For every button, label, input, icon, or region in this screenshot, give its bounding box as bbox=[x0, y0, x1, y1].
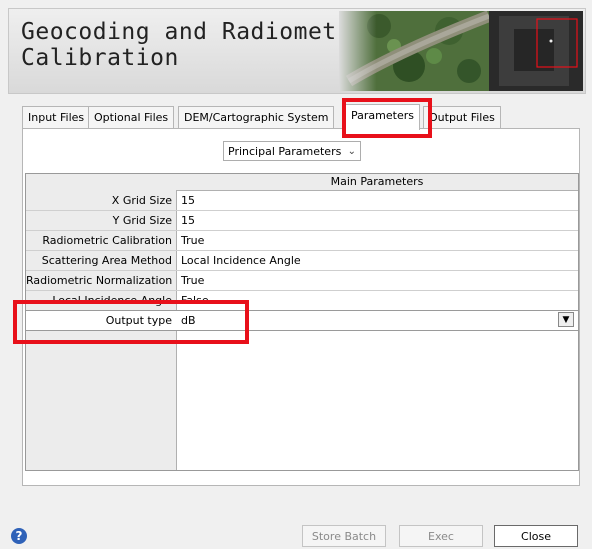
satellite-banner-image bbox=[339, 11, 583, 91]
table-row[interactable]: Radiometric Normalization True bbox=[26, 271, 578, 291]
row-label: Output type bbox=[105, 314, 172, 327]
exec-button[interactable]: Exec bbox=[399, 525, 483, 547]
row-value[interactable]: False bbox=[181, 291, 209, 310]
parameters-panel: Principal Parameters ⌄ Main Parameters X… bbox=[22, 128, 580, 486]
window-title: Geocoding and Radiometric Calibration bbox=[21, 19, 380, 71]
close-button[interactable]: Close bbox=[494, 525, 578, 547]
table-row[interactable]: X Grid Size 15 bbox=[26, 191, 578, 211]
section-selector-value: Principal Parameters bbox=[228, 145, 342, 158]
row-label: Radiometric Calibration bbox=[42, 234, 172, 247]
row-value[interactable]: 15 bbox=[181, 191, 195, 210]
dropdown-arrow-icon[interactable]: ▼ bbox=[558, 312, 574, 327]
tab-dem-cartographic-system[interactable]: DEM/Cartographic System bbox=[178, 106, 335, 129]
tab-parameters[interactable]: Parameters bbox=[345, 104, 420, 130]
row-label: Local Incidence Angle bbox=[52, 294, 172, 307]
header-banner: Geocoding and Radiometric Calibration bbox=[8, 8, 586, 94]
table-row[interactable]: Radiometric Calibration True bbox=[26, 231, 578, 251]
tab-optional-files[interactable]: Optional Files bbox=[88, 106, 175, 129]
table-row[interactable]: Local Incidence Angle False bbox=[26, 291, 578, 311]
grid-header: Main Parameters bbox=[176, 174, 578, 191]
row-label: Y Grid Size bbox=[112, 214, 172, 227]
tab-output-files[interactable]: Output Files bbox=[423, 106, 501, 129]
row-value[interactable]: Local Incidence Angle bbox=[181, 251, 301, 270]
row-label: Scattering Area Method bbox=[41, 254, 172, 267]
section-selector[interactable]: Principal Parameters ⌄ bbox=[223, 141, 361, 161]
row-value[interactable]: True bbox=[181, 231, 204, 250]
row-label: X Grid Size bbox=[111, 194, 172, 207]
row-value[interactable]: 15 bbox=[181, 211, 195, 230]
row-label: Radiometric Normalization bbox=[26, 274, 172, 287]
store-batch-button[interactable]: Store Batch bbox=[302, 525, 386, 547]
table-row[interactable]: Scattering Area Method Local Incidence A… bbox=[26, 251, 578, 271]
help-icon[interactable]: ? bbox=[11, 528, 27, 544]
table-row-selected[interactable]: Output type dB ▼ bbox=[26, 310, 578, 331]
tab-input-files[interactable]: Input Files bbox=[22, 106, 91, 129]
output-type-dropdown-value[interactable]: dB bbox=[181, 311, 196, 330]
parameter-grid: Main Parameters X Grid Size 15 Y Grid Si… bbox=[25, 173, 579, 471]
table-row[interactable]: Y Grid Size 15 bbox=[26, 211, 578, 231]
chevron-down-icon: ⌄ bbox=[347, 146, 356, 157]
row-value[interactable]: True bbox=[181, 271, 204, 290]
